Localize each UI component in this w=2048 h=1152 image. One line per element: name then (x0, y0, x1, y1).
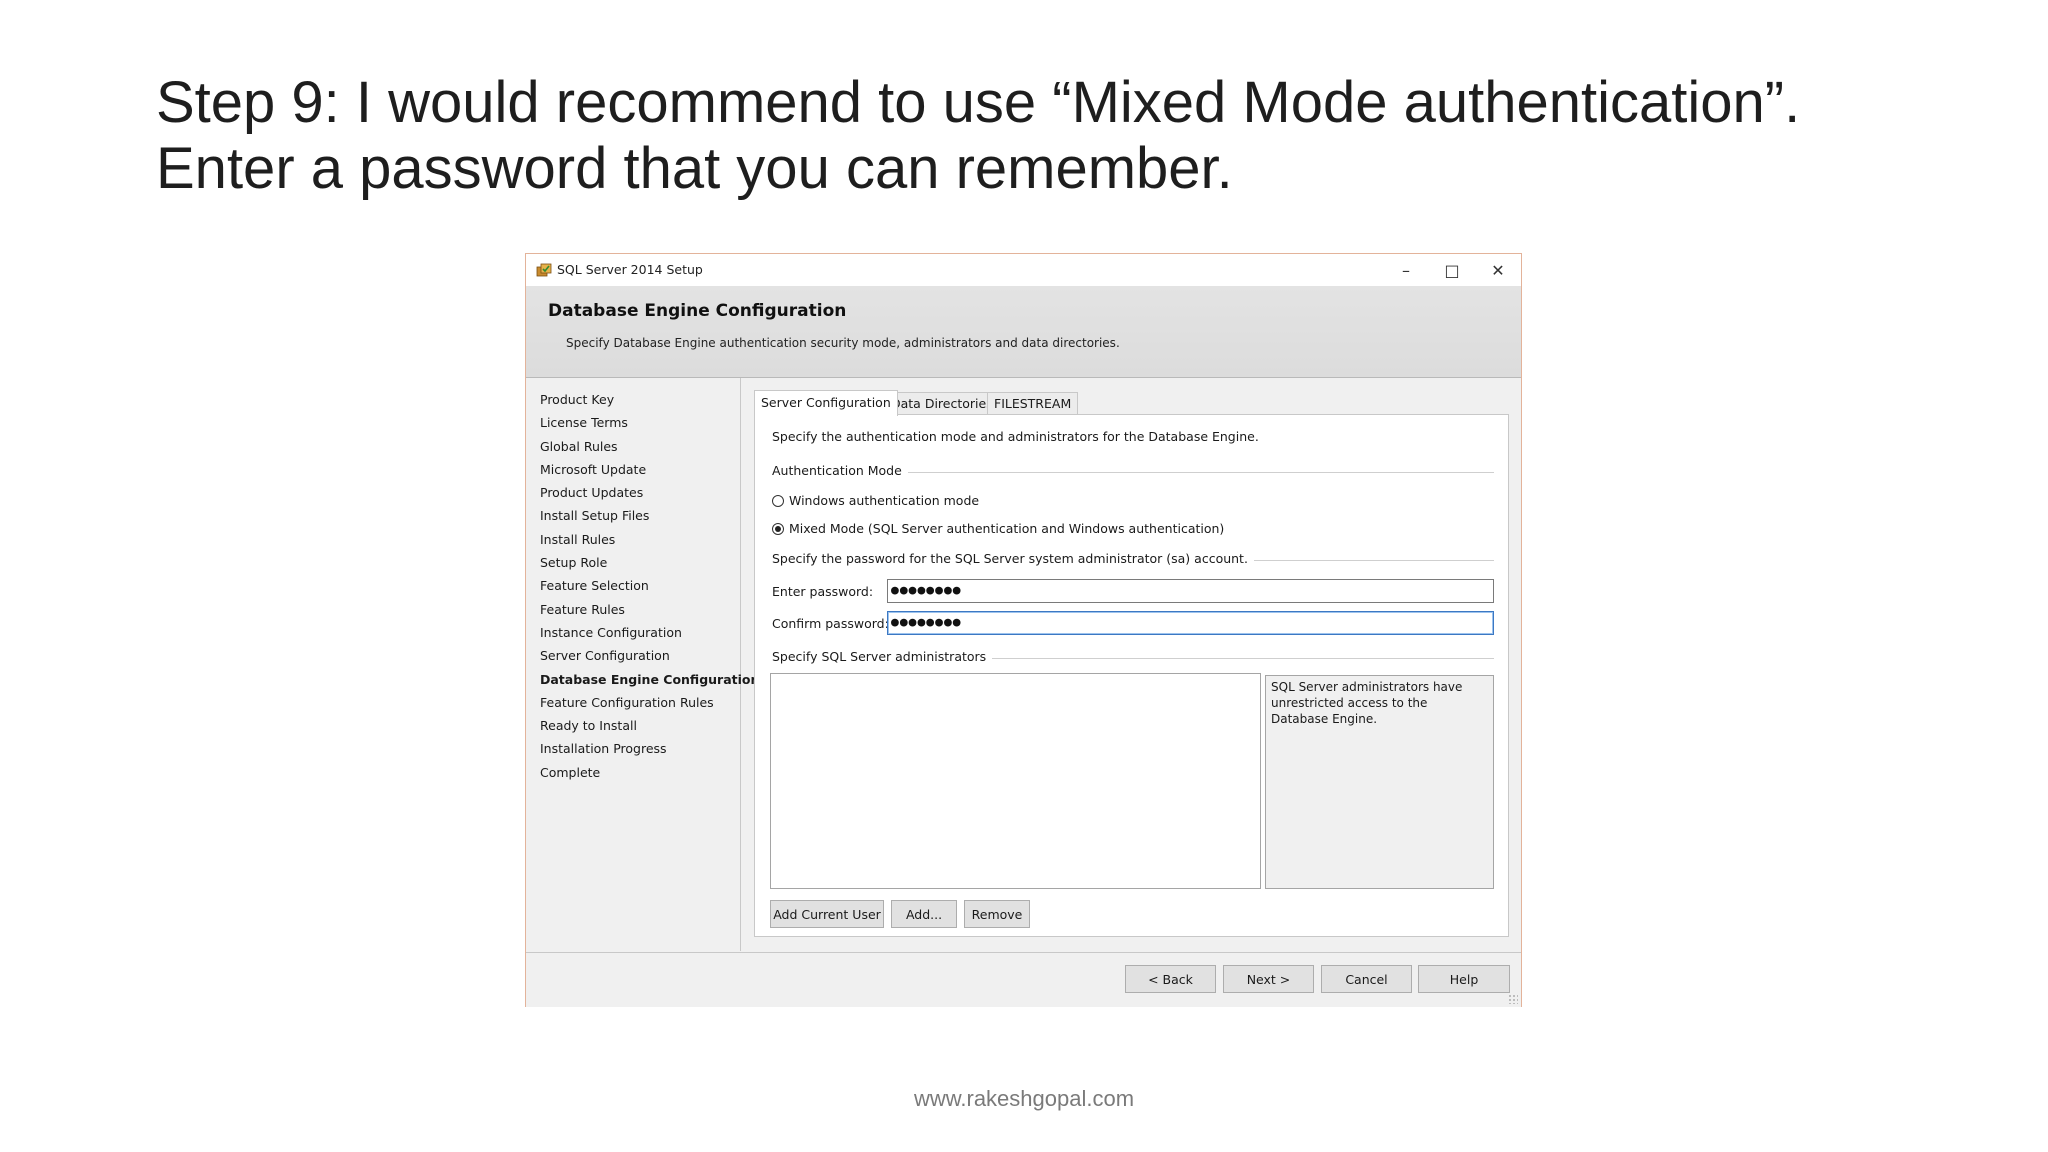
tab-server-configuration[interactable]: Server Configuration (754, 390, 898, 416)
auth-mode-group-label: Authentication Mode (772, 463, 908, 478)
resize-grip-icon[interactable] (1508, 994, 1518, 1004)
mixed-mode-radio[interactable] (772, 522, 784, 535)
sidebar-step-install-setup-files[interactable]: Install Setup Files (540, 504, 740, 527)
sidebar-step-install-rules[interactable]: Install Rules (540, 528, 740, 551)
help-button[interactable]: Help (1418, 965, 1510, 993)
setup-steps-sidebar: Product Key License Terms Global Rules Micr… (526, 378, 759, 951)
remove-button[interactable]: Remove (964, 900, 1030, 928)
sa-password-group-label: Specify the password for the SQL Server … (772, 551, 1254, 566)
administrators-info: SQL Server administrators have unrestric… (1265, 675, 1494, 889)
minimize-button[interactable]: – (1383, 254, 1429, 286)
title-bar: SQL Server 2014 Setup – □ ✕ (526, 254, 1521, 286)
window-title: SQL Server 2014 Setup (557, 262, 703, 277)
mixed-mode-label: Mixed Mode (SQL Server authentication an… (789, 521, 1225, 536)
sidebar-step-ready-to-install[interactable]: Ready to Install (540, 714, 740, 737)
tab-filestream[interactable]: FILESTREAM (987, 392, 1079, 415)
tab-data-directories[interactable]: Data Directories (884, 392, 1000, 415)
sidebar-step-feature-selection[interactable]: Feature Selection (540, 574, 740, 597)
back-button[interactable]: < Back (1125, 965, 1216, 993)
admins-group-label: Specify SQL Server administrators (772, 649, 993, 664)
sidebar-step-feature-configuration-rules[interactable]: Feature Configuration Rules (540, 691, 740, 714)
sidebar-step-license-terms[interactable]: License Terms (540, 411, 740, 434)
add-current-user-button[interactable]: Add Current User (770, 900, 884, 928)
sidebar-step-instance-configuration[interactable]: Instance Configuration (540, 621, 740, 644)
sidebar-step-product-updates[interactable]: Product Updates (540, 481, 740, 504)
setup-dialog: SQL Server 2014 Setup – □ ✕ Database Eng… (525, 253, 1522, 1007)
sidebar-step-microsoft-update[interactable]: Microsoft Update (540, 458, 740, 481)
sidebar-step-server-configuration[interactable]: Server Configuration (540, 644, 740, 667)
sidebar-step-product-key[interactable]: Product Key (540, 388, 740, 411)
windows-auth-radio[interactable] (772, 494, 784, 507)
windows-auth-option[interactable]: Windows authentication mode (772, 493, 979, 508)
enter-password-label: Enter password: (772, 584, 874, 599)
page-header: Database Engine Configuration Specify Da… (526, 286, 1521, 378)
sidebar-step-complete[interactable]: Complete (540, 761, 740, 784)
enter-password-field[interactable]: ●●●●●●●● (887, 579, 1494, 603)
mixed-mode-option[interactable]: Mixed Mode (SQL Server authentication an… (772, 521, 1224, 536)
panel-description: Specify the authentication mode and admi… (772, 429, 1259, 444)
sidebar-step-global-rules[interactable]: Global Rules (540, 435, 740, 458)
footer-url: www.rakeshgopal.com (913, 1086, 1135, 1111)
wizard-footer: < Back Next > Cancel Help (526, 952, 1521, 1007)
server-configuration-panel: Specify the authentication mode and admi… (754, 414, 1509, 937)
slide-title: Step 9: I would recommend to use “Mixed … (156, 70, 1801, 201)
sql-server-setup-icon (536, 263, 552, 277)
page-description: Specify Database Engine authentication s… (566, 336, 1120, 350)
cancel-button[interactable]: Cancel (1321, 965, 1412, 993)
maximize-button[interactable]: □ (1429, 254, 1475, 286)
add-button[interactable]: Add... (891, 900, 957, 928)
page-title: Database Engine Configuration (548, 301, 847, 321)
sidebar-step-installation-progress[interactable]: Installation Progress (540, 737, 740, 760)
sidebar-step-setup-role[interactable]: Setup Role (540, 551, 740, 574)
administrators-list[interactable] (770, 673, 1261, 889)
confirm-password-label: Confirm password: (772, 616, 889, 631)
confirm-password-field[interactable]: ●●●●●●●● (887, 611, 1494, 635)
sidebar-step-feature-rules[interactable]: Feature Rules (540, 598, 740, 621)
main-content: Server Configuration Data Directories FI… (741, 378, 1521, 951)
windows-auth-label: Windows authentication mode (789, 493, 980, 508)
next-button[interactable]: Next > (1223, 965, 1314, 993)
close-button[interactable]: ✕ (1475, 254, 1521, 286)
sidebar-step-database-engine-configuration[interactable]: Database Engine Configuration (540, 668, 759, 691)
